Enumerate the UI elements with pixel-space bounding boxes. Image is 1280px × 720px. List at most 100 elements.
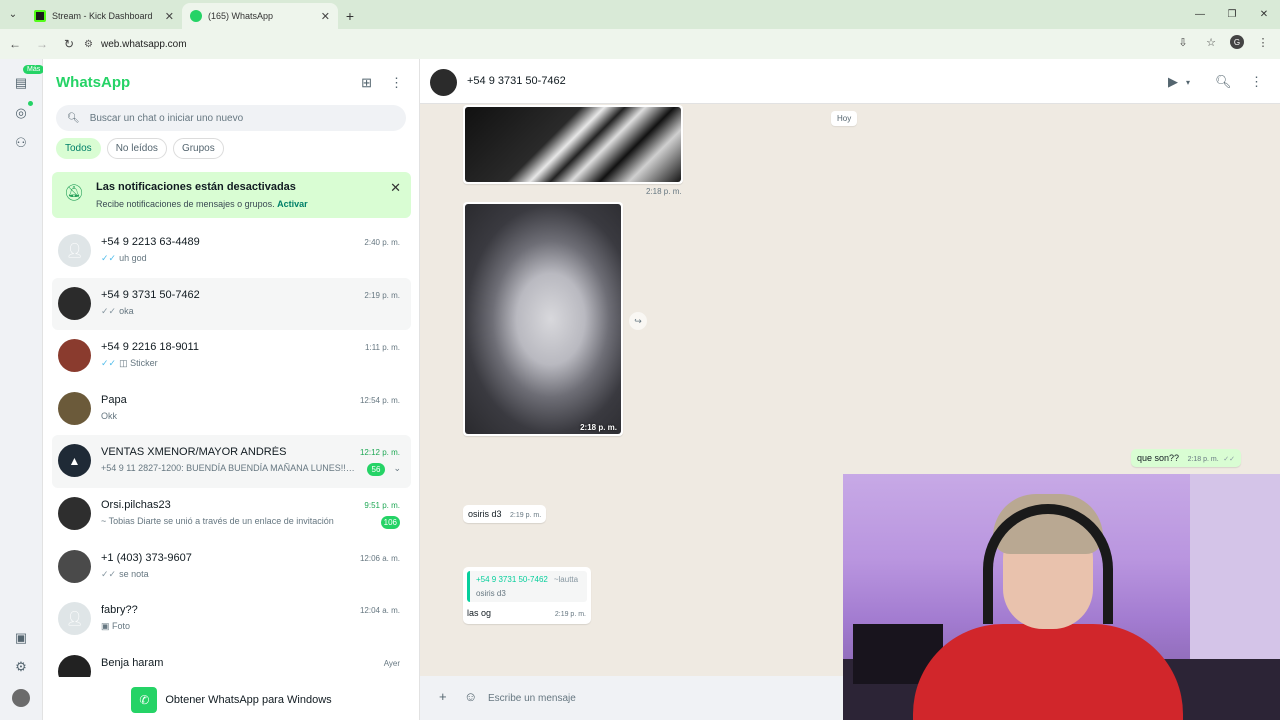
chevron-down-icon[interactable]: ▾	[1186, 78, 1190, 87]
get-app-label: Obtener WhatsApp para Windows	[165, 694, 332, 706]
chat-name: +1 (403) 373-9607	[101, 551, 192, 564]
message-text: las og	[467, 608, 492, 618]
chat-preview: ✓✓ se nota	[101, 568, 149, 579]
sneaker-photo	[465, 204, 621, 434]
incoming-message[interactable]: osiris d3 2:19 p. m.	[463, 505, 547, 523]
close-icon[interactable]: ✕	[390, 180, 401, 196]
bell-off-icon: 🔕︎	[64, 185, 85, 202]
user-avatar[interactable]	[12, 689, 30, 707]
whatsapp-icon: ✆	[131, 687, 158, 713]
video-call-icon[interactable]: ▶︎	[1168, 74, 1178, 90]
person-shirt	[913, 624, 1183, 720]
nav-rail: ▤ Más ◎ ⚇ ▣ ⚙	[0, 59, 45, 720]
message-text: que son??	[1137, 453, 1180, 463]
forward-icon[interactable]: →	[30, 32, 54, 56]
chat-row[interactable]: 👤︎ +54 9 2213 63-4489 2:40 p. m. ✓✓ uh go…	[52, 225, 411, 278]
chat-time: 12:04 a. m.	[359, 606, 400, 616]
chat-row[interactable]: Benja haram Ayer	[52, 646, 411, 677]
chat-name: fabry??	[101, 604, 138, 617]
chat-preview: ✓✓ oka	[101, 305, 134, 316]
chat-row[interactable]: Orsi.pilchas23 9:51 p. m. ~ Tobias Diart…	[52, 488, 411, 541]
settings-gear-icon[interactable]: ⚙	[11, 657, 31, 677]
search-input[interactable]: 🔍︎ Buscar un chat o iniciar uno nuevo	[56, 105, 406, 131]
reload-icon[interactable]: ↻	[57, 32, 81, 56]
image-message[interactable]: 2:18 p. m.	[463, 202, 623, 436]
webcam-overlay	[843, 474, 1280, 720]
message-input[interactable]: Escribe un mensaje	[480, 683, 840, 713]
menu-icon[interactable]: ⋮	[1250, 74, 1263, 90]
bookmark-star-icon[interactable]: ☆	[1202, 33, 1220, 51]
sticker-icon[interactable]: ☺	[464, 689, 477, 704]
conversation-header[interactable]: +54 9 3731 50-7462 ▶︎ ▾ 🔍︎ ⋮	[420, 59, 1280, 104]
new-tab-icon[interactable]: +	[338, 3, 362, 29]
status-icon[interactable]: ◎	[11, 103, 31, 123]
quote-author: +54 9 3731 50-7462 ~lautta	[476, 575, 579, 584]
chat-time: 12:06 a. m.	[359, 553, 400, 563]
banner-subtitle: Recibe notificaciones de mensajes o grup…	[96, 199, 308, 209]
chat-preview: Okk	[101, 410, 118, 421]
filter-groups[interactable]: Grupos	[172, 138, 224, 159]
media-icon[interactable]: ▣	[11, 628, 31, 648]
browser-menu-icon[interactable]: ⋮	[1254, 33, 1272, 51]
browser-tab-whatsapp[interactable]: (165) WhatsApp ✕	[182, 3, 338, 29]
search-placeholder: Buscar un chat o iniciar uno nuevo	[89, 112, 244, 124]
search-icon[interactable]: 🔍︎	[1215, 74, 1232, 90]
outgoing-message[interactable]: que son?? 2:18 p. m. ✓✓	[1131, 449, 1241, 467]
filter-all[interactable]: Todos	[56, 138, 101, 159]
forward-icon[interactable]: ↪	[629, 312, 647, 330]
chat-row[interactable]: Papa 12:54 p. m. Okk	[52, 383, 411, 436]
chat-name: Orsi.pilchas23	[101, 498, 171, 511]
contact-avatar	[58, 549, 91, 583]
address-bar[interactable]: ⚙ web.whatsapp.com	[80, 33, 1170, 55]
contact-name[interactable]: +54 9 3731 50-7462	[467, 75, 566, 87]
chat-list: 👤︎ +54 9 2213 63-4489 2:40 p. m. ✓✓ uh go…	[52, 225, 411, 677]
quoted-message[interactable]: +54 9 3731 50-7462 ~lautta osiris d3	[467, 571, 587, 602]
site-info-icon[interactable]: ⚙	[84, 39, 93, 50]
chat-time: 1:11 p. m.	[365, 343, 400, 353]
chats-icon[interactable]: ▤	[11, 73, 31, 93]
activate-link[interactable]: Activar	[277, 199, 308, 209]
communities-icon[interactable]: ⚇	[11, 133, 31, 153]
double-check-icon: ✓✓	[1223, 456, 1235, 463]
chat-row[interactable]: +1 (403) 373-9607 12:06 a. m. ✓✓ se nota	[52, 541, 411, 594]
chat-preview: ✓✓ uh god	[101, 253, 147, 263]
contact-avatar	[58, 391, 91, 425]
search-icon: 🔍︎	[67, 112, 80, 124]
chevron-down-icon[interactable]: ⌄	[393, 463, 401, 474]
close-window-icon[interactable]: ✕	[1248, 0, 1280, 29]
message-text: osiris d3	[468, 509, 502, 519]
new-chat-icon[interactable]: ⊞	[361, 75, 372, 91]
profile-avatar[interactable]: G	[1230, 35, 1244, 49]
incoming-reply-message[interactable]: +54 9 3731 50-7462 ~lautta osiris d3 las …	[463, 567, 591, 624]
image-message[interactable]	[463, 105, 683, 184]
back-icon[interactable]: ←	[3, 32, 27, 56]
chat-sidebar: WhatsApp ⊞ ⋮ 🔍︎ Buscar un chat o iniciar…	[43, 59, 420, 720]
tab-search-dropdown-icon[interactable]: ⌄	[0, 0, 26, 29]
chat-row[interactable]: ▲ VENTAS XMENOR/MAYOR ANDRÉS 12:12 p. m.…	[52, 435, 411, 488]
browser-tab-kick[interactable]: Stream - Kick Dashboard ✕	[26, 3, 182, 29]
filter-unread[interactable]: No leídos	[106, 138, 167, 159]
minimize-icon[interactable]: —	[1184, 0, 1216, 29]
menu-icon[interactable]: ⋮	[390, 75, 403, 91]
get-windows-app-button[interactable]: ✆ Obtener WhatsApp para Windows	[43, 680, 420, 720]
install-app-icon[interactable]: ⇩	[1174, 33, 1192, 51]
group-avatar: ▲	[58, 444, 91, 478]
more-badge: Más	[23, 65, 45, 74]
window-controls: — ❐ ✕	[1184, 0, 1280, 29]
chat-time: 12:12 p. m.	[359, 448, 400, 458]
attach-plus-icon[interactable]: +	[439, 689, 447, 704]
chat-row[interactable]: 👤︎ fabry?? 12:04 a. m. ▣ Foto	[52, 593, 411, 646]
chat-time: 2:40 p. m.	[364, 238, 400, 247]
close-icon[interactable]: ✕	[165, 10, 174, 23]
close-icon[interactable]: ✕	[321, 10, 330, 23]
chat-row-selected[interactable]: +54 9 3731 50-7462 2:19 p. m. ✓✓ oka	[52, 277, 411, 331]
contact-avatar[interactable]	[430, 69, 457, 96]
whatsapp-icon	[190, 10, 202, 22]
tab-title: Stream - Kick Dashboard	[52, 11, 153, 21]
restore-icon[interactable]: ❐	[1216, 0, 1248, 29]
chat-preview: ~ Tobias Diarte se unió a través de un e…	[101, 515, 334, 526]
message-time: 2:19 p. m.	[510, 512, 542, 519]
message-time: 2:18 p. m.	[646, 187, 682, 196]
chat-row[interactable]: +54 9 2216 18-9011 1:11 p. m. ✓✓ ◫ Sticke…	[52, 330, 411, 383]
status-dot	[28, 101, 33, 106]
